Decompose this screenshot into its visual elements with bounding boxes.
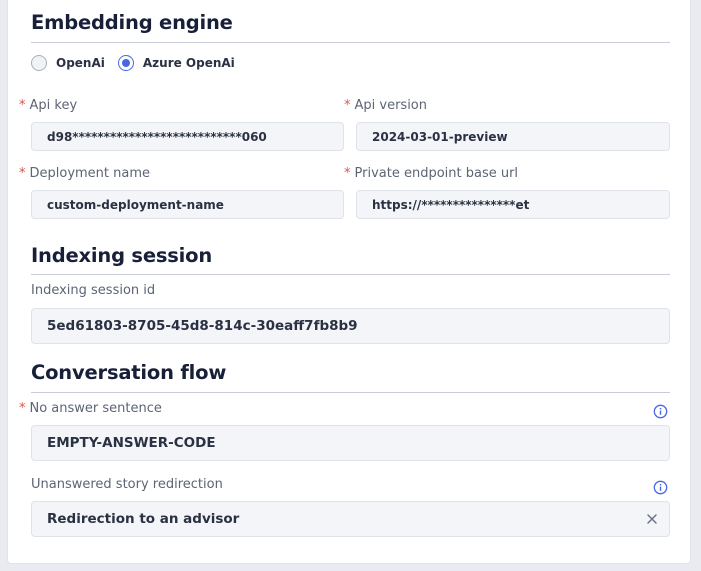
radio-azure-openai[interactable]: Azure OpenAi	[117, 55, 235, 71]
endpoint-input[interactable]: https://***************et	[356, 190, 670, 219]
session-id-label: Indexing session id	[31, 283, 156, 298]
radio-azure-openai-circle[interactable]	[117, 55, 134, 71]
api-version-input[interactable]: 2024-03-01-preview	[356, 122, 670, 151]
info-circle-icon[interactable]	[653, 404, 668, 419]
embedding-engine-title: Embedding engine	[31, 11, 233, 34]
redirection-label: Unanswered story redirection	[31, 477, 223, 492]
redirection-select[interactable]: Redirection to an advisor	[31, 501, 670, 537]
api-key-label: * Api key	[19, 99, 77, 112]
conversation-divider	[31, 392, 670, 393]
radio-openai-label: OpenAi	[56, 56, 105, 70]
no-answer-label: * No answer sentence	[19, 402, 162, 415]
required-marker: *	[19, 401, 26, 416]
info-circle-icon[interactable]	[653, 480, 668, 495]
api-version-label: * Api version	[344, 99, 427, 112]
api-key-input[interactable]: d98***************************060	[31, 122, 344, 151]
required-marker: *	[344, 166, 351, 181]
required-marker: *	[344, 98, 351, 113]
no-answer-label-text: No answer sentence	[29, 401, 162, 416]
settings-card: Embedding engine OpenAi Azure OpenAi * Ap…	[7, 0, 691, 564]
api-version-label-text: Api version	[354, 98, 428, 113]
close-icon[interactable]	[645, 512, 659, 526]
radio-azure-openai-label: Azure OpenAi	[142, 56, 235, 70]
deployment-name-input[interactable]: custom-deployment-name	[31, 190, 344, 219]
embedding-divider	[31, 42, 670, 43]
indexing-divider	[31, 274, 670, 275]
required-marker: *	[19, 98, 26, 113]
endpoint-label: * Private endpoint base url	[344, 167, 518, 180]
provider-radio-group: OpenAi Azure OpenAi	[31, 55, 248, 71]
deployment-name-label: * Deployment name	[19, 167, 150, 180]
no-answer-input[interactable]: EMPTY-ANSWER-CODE	[31, 425, 670, 461]
api-key-label-text: Api key	[29, 98, 78, 113]
endpoint-label-text: Private endpoint base url	[354, 166, 519, 181]
deployment-name-label-text: Deployment name	[29, 166, 151, 181]
conversation-flow-title: Conversation flow	[31, 361, 227, 384]
required-marker: *	[19, 166, 26, 181]
radio-openai-circle[interactable]	[31, 55, 47, 71]
radio-openai[interactable]: OpenAi	[31, 55, 105, 71]
indexing-session-title: Indexing session	[31, 244, 213, 267]
session-id-input[interactable]: 5ed61803-8705-45d8-814c-30eaff7fb8b9	[31, 308, 670, 344]
redirection-value: Redirection to an advisor	[47, 511, 240, 527]
